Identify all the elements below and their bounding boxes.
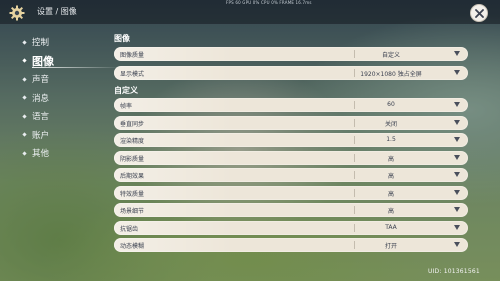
setting-value: 高 (387, 208, 394, 215)
setting-row-display-mode[interactable]: 显示模式 1920×1080 独占全屏 (114, 66, 468, 80)
sidebar-item-graphics[interactable]: 图像 (21, 52, 122, 71)
dropdown-arrow-icon (454, 242, 460, 247)
setting-label: 动态模糊 (120, 243, 145, 250)
setting-row-graphics-quality[interactable]: 图像质量 自定义 (114, 47, 468, 61)
dropdown-arrow-icon (454, 154, 460, 160)
diamond-bullet-icon (21, 95, 27, 100)
dropdown-arrow-icon (454, 189, 460, 195)
sidebar-item-audio[interactable]: 声音 (21, 70, 54, 89)
sidebar-item-messages[interactable]: 消息 (21, 89, 54, 108)
sidebar-item-language[interactable]: 语言 (21, 107, 54, 126)
setting-label: 场景细节 (120, 208, 145, 215)
diamond-bullet-icon (21, 132, 27, 137)
fps-overlay: FPS 60 GPU 0% CPU 0% FRAME 16.7ms (226, 0, 312, 5)
setting-value: 60 (387, 101, 395, 108)
diamond-bullet-icon (21, 58, 27, 63)
close-icon (475, 9, 484, 18)
setting-row-anti-aliasing[interactable]: 抗锯齿 TAA (114, 220, 468, 235)
sidebar-item-label: 语言 (32, 112, 50, 123)
setting-label: 抗锯齿 (120, 225, 139, 233)
setting-value: 高 (387, 190, 394, 198)
diamond-bullet-icon (21, 40, 27, 45)
dropdown-arrow-icon (454, 102, 460, 107)
setting-row-effects-quality[interactable]: 特效质量 高 (114, 185, 468, 200)
setting-label: 图像质量 (120, 52, 145, 59)
sidebar-item-label: 声音 (32, 75, 50, 86)
close-button[interactable] (470, 4, 488, 22)
sidebar-nav: 控制 图像 声音 消息 语言 账户 其他 (21, 33, 122, 163)
dropdown-arrow-icon (454, 172, 460, 177)
active-underline (32, 66, 122, 68)
setting-row-post-processing[interactable]: 后期效果 高 (114, 168, 468, 182)
uid-label: UID: 101361561 (428, 268, 480, 275)
sidebar-item-controls[interactable]: 控制 (21, 33, 54, 52)
setting-value: 自定义 (381, 52, 400, 59)
setting-label: 阴影质量 (120, 155, 145, 163)
setting-value: 高 (387, 155, 394, 163)
setting-row-shadow-quality[interactable]: 阴影质量 高 (114, 150, 468, 165)
sidebar-item-label: 其他 (32, 149, 50, 160)
setting-value: 1.5 (386, 136, 396, 143)
setting-row-motion-blur[interactable]: 动态模糊 打开 (114, 238, 468, 252)
dropdown-arrow-icon (454, 51, 460, 56)
setting-row-frame-rate[interactable]: 帧率 60 (114, 98, 468, 112)
setting-label: 后期效果 (120, 173, 145, 180)
diamond-bullet-icon (21, 114, 27, 119)
dropdown-arrow-icon (454, 224, 460, 230)
setting-row-scene-detail[interactable]: 场景细节 高 (114, 203, 468, 217)
setting-value: 关闭 (384, 120, 397, 128)
setting-label: 垂直同步 (120, 120, 145, 128)
dropdown-arrow-icon (454, 70, 460, 75)
setting-label: 特效质量 (120, 190, 145, 198)
gear-icon (9, 5, 25, 21)
setting-value: 1920×1080 独占全屏 (360, 71, 422, 78)
setting-value: 打开 (384, 243, 397, 250)
setting-label: 显示模式 (120, 71, 145, 78)
sidebar-item-label: 账户 (32, 130, 50, 141)
setting-label: 渲染精度 (120, 138, 145, 145)
setting-value: 高 (387, 173, 394, 180)
section-title-custom: 自定义 (114, 86, 138, 95)
setting-row-vsync[interactable]: 垂直同步 关闭 (114, 115, 468, 130)
sidebar-item-label: 控制 (32, 38, 50, 49)
setting-value: TAA (385, 223, 397, 231)
section-title-image: 图像 (114, 34, 130, 43)
top-bar: 设置 / 图像 FPS 60 GPU 0% CPU 0% FRAME 16.7m… (0, 0, 500, 24)
breadcrumb: 设置 / 图像 (37, 7, 77, 16)
dropdown-arrow-icon (454, 137, 460, 142)
diamond-bullet-icon (21, 77, 27, 82)
sidebar-item-other[interactable]: 其他 (21, 144, 54, 163)
dropdown-arrow-icon (454, 119, 460, 125)
setting-row-render-resolution[interactable]: 渲染精度 1.5 (114, 133, 468, 147)
sidebar-item-account[interactable]: 账户 (21, 126, 54, 145)
dropdown-arrow-icon (454, 207, 460, 212)
sidebar-item-label: 消息 (32, 93, 50, 104)
setting-label: 帧率 (120, 103, 133, 110)
diamond-bullet-icon (21, 151, 27, 156)
